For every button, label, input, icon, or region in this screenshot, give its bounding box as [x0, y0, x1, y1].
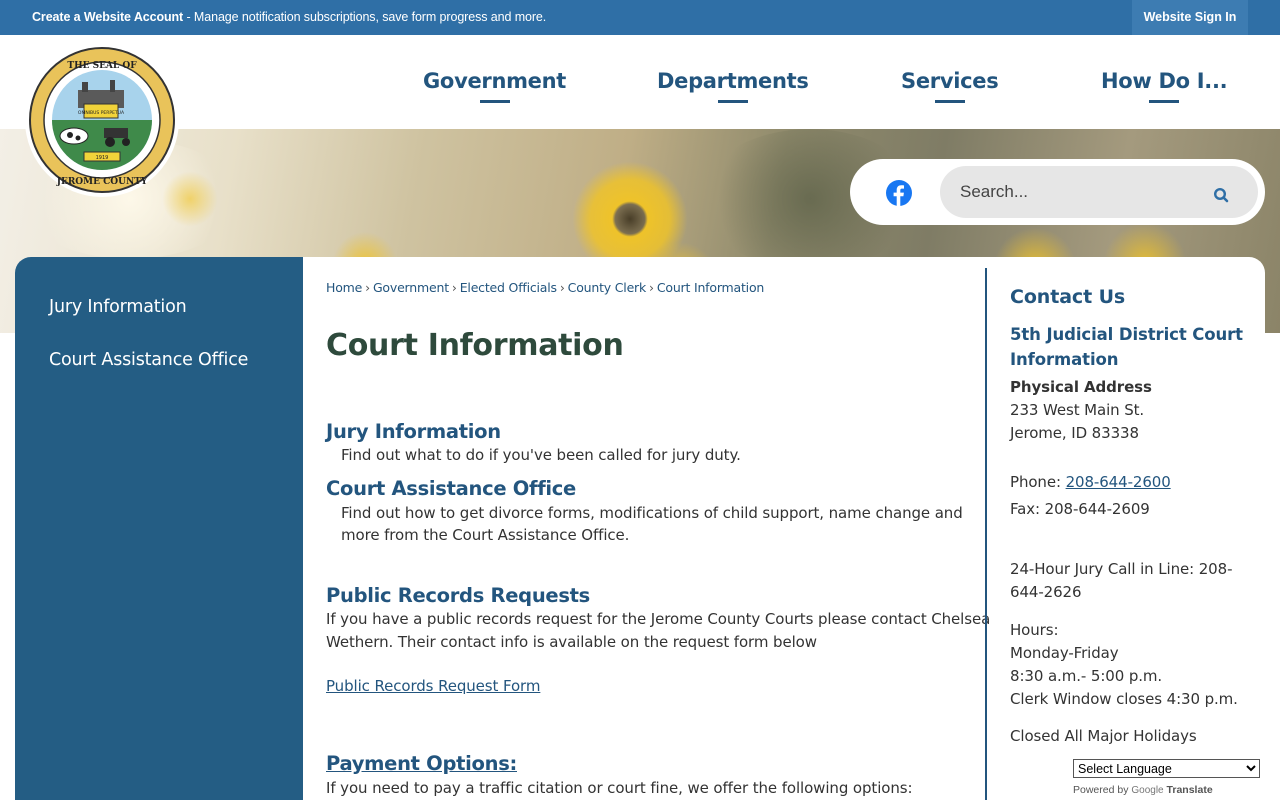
breadcrumb-separator: › — [649, 280, 654, 295]
hours-label: Hours: — [1010, 621, 1059, 639]
breadcrumb-county-clerk[interactable]: County Clerk — [568, 280, 647, 295]
jury-line-text-line1: 24-Hour Jury Call in Line: 208- — [1010, 560, 1233, 578]
breadcrumb-separator: › — [365, 280, 370, 295]
nav-how-do-i[interactable]: How Do I... — [1101, 69, 1228, 103]
breadcrumb-separator: › — [451, 280, 457, 295]
county-seal-logo[interactable]: THE SEAL OF JEROME COUNTY OMNIBUS PERPET… — [22, 42, 182, 198]
jury-line-text-line2: 644-2626 — [1010, 583, 1082, 601]
search-input[interactable] — [960, 177, 1210, 207]
create-account-link[interactable]: Create a Website Account - Manage notifi… — [32, 10, 546, 24]
google-translate-credit[interactable]: Powered by Google Translate — [1073, 784, 1213, 796]
payment-options-heading[interactable]: Payment Options: — [326, 752, 517, 775]
facebook-icon[interactable] — [886, 180, 912, 206]
translate-link[interactable]: Translate — [1167, 784, 1213, 796]
court-assistance-description-line2: more from the Court Assistance Office. — [341, 526, 630, 544]
court-assistance-description-line1: Find out how to get divorce forms, modif… — [341, 504, 963, 522]
powered-by-text: Powered by — [1073, 784, 1129, 796]
public-records-heading: Public Records Requests — [326, 584, 590, 607]
breadcrumb-court-information[interactable]: Court Information — [657, 280, 764, 295]
seal-top-text: THE SEAL OF — [67, 61, 137, 71]
contact-subtitle-line2[interactable]: Information — [1010, 347, 1118, 372]
hours-days: Monday-Friday — [1010, 644, 1119, 662]
page-title: Court Information — [326, 328, 624, 363]
phone-link[interactable]: 208-644-2600 — [1066, 473, 1171, 491]
jury-information-heading[interactable]: Jury Information — [326, 420, 501, 443]
jury-information-description: Find out what to do if you've been calle… — [341, 446, 741, 464]
address-line1: 233 West Main St. — [1010, 401, 1145, 419]
content-divider — [985, 268, 987, 800]
phone-label: Phone: — [1010, 473, 1066, 491]
sidebar-item-court-assistance-office[interactable]: Court Assistance Office — [49, 350, 248, 370]
holidays-text: Closed All Major Holidays — [1010, 727, 1197, 745]
breadcrumb-separator: › — [559, 280, 565, 295]
breadcrumb-home[interactable]: Home — [326, 280, 362, 295]
website-sign-in-button[interactable]: Website Sign In — [1132, 0, 1248, 35]
payment-options-text: If you need to pay a traffic citation or… — [326, 779, 913, 797]
nav-services[interactable]: Services — [901, 69, 999, 103]
google-logo-text: Google — [1131, 785, 1164, 796]
contact-subtitle-line1[interactable]: 5th Judicial District Court — [1010, 322, 1243, 347]
hours-time: 8:30 a.m.- 5:00 p.m. — [1010, 667, 1163, 685]
public-records-text-line2: Wethern. Their contact info is available… — [326, 633, 817, 651]
sidebar-item-jury-information[interactable]: Jury Information — [49, 297, 187, 317]
seal-banner-text: OMNIBUS PERPETUA — [78, 110, 125, 116]
public-records-text-line1: If you have a public records request for… — [326, 610, 991, 628]
address-line2: Jerome, ID 83338 — [1010, 424, 1139, 442]
clerk-window-hours: Clerk Window closes 4:30 p.m. — [1010, 690, 1238, 708]
breadcrumb-elected-officials[interactable]: Elected Officials — [460, 280, 557, 295]
language-selector: Select Language — [1073, 759, 1260, 778]
public-records-request-form-link[interactable]: Public Records Request Form — [326, 675, 540, 698]
language-select[interactable]: Select Language — [1073, 759, 1260, 778]
sidebar-nav: Jury Information Court Assistance Office — [15, 257, 303, 800]
phone-row: Phone: 208-644-2600 — [1010, 471, 1171, 494]
breadcrumb-government[interactable]: Government — [373, 280, 449, 295]
nav-departments[interactable]: Departments — [657, 69, 809, 103]
search-icon[interactable] — [1212, 186, 1232, 206]
court-assistance-heading[interactable]: Court Assistance Office — [326, 477, 576, 500]
breadcrumb: Home › Government › Elected Officials › County… — [326, 280, 764, 295]
nav-government[interactable]: Government — [423, 69, 566, 103]
address-label: Physical Address — [1010, 378, 1152, 396]
search-box — [940, 166, 1258, 218]
seal-year-text: 1919 — [96, 155, 109, 161]
top-bar: Create a Website Account - Manage notifi… — [0, 0, 1280, 35]
site-header: Government Departments Services How Do I… — [0, 35, 1280, 129]
fax-text: Fax: 208-644-2609 — [1010, 500, 1150, 518]
contact-us-title: Contact Us — [1010, 286, 1126, 308]
seal-bottom-text: JEROME COUNTY — [56, 177, 148, 187]
